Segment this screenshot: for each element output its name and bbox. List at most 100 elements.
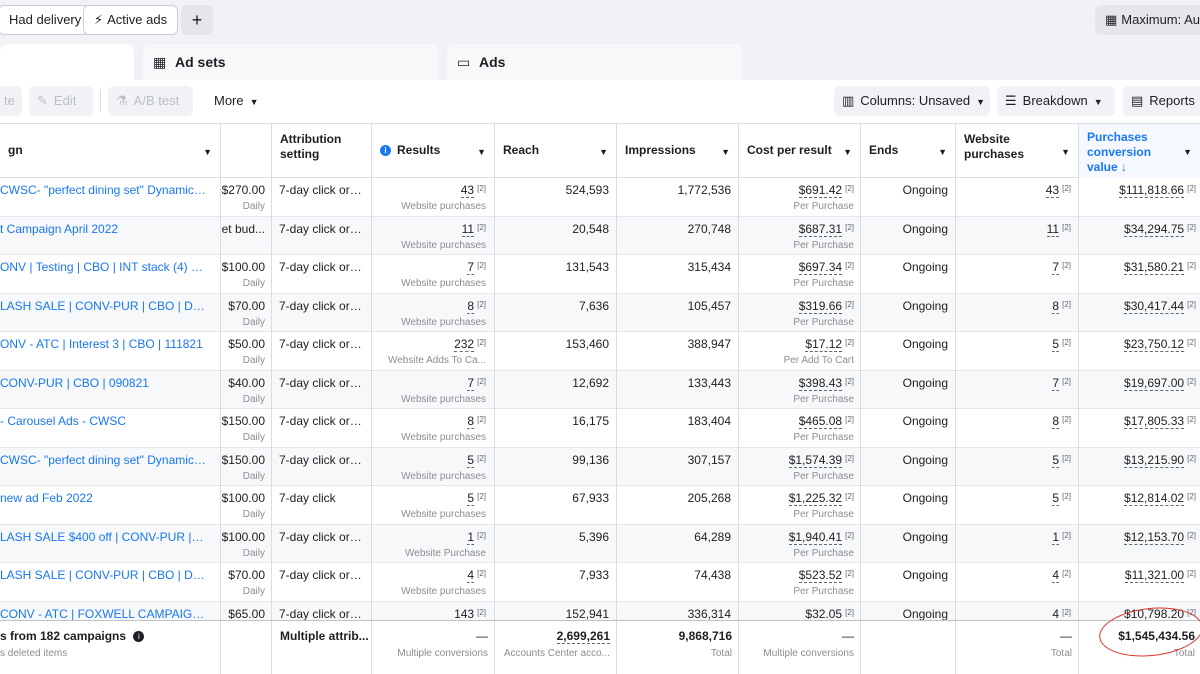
tab-ad-sets[interactable]: ▦ Ad sets [143,44,438,80]
more-button[interactable]: More ▼ [206,86,267,116]
header-attribution-setting[interactable]: Attribution setting [271,124,371,178]
results-value[interactable]: 143 [454,606,475,620]
duplicate-button[interactable]: te [0,86,22,116]
campaign-name-link[interactable]: CWSC- "perfect dining set" Dynamic cr... [0,448,220,487]
website-purchases-value[interactable]: 7 [1052,260,1060,275]
purchases-conversion-value[interactable]: $31,580.21 [1124,260,1185,275]
campaign-name-link[interactable]: - Carousel Ads - CWSC [0,409,220,448]
header-purchases-conversion-value[interactable]: Purchases conversion value ↓ ▼ [1078,124,1200,178]
results-value[interactable]: 43 [460,183,475,198]
campaign-name-link[interactable]: t Campaign April 2022 [0,217,220,256]
results-value[interactable]: 7 [467,260,475,275]
website-purchases-value[interactable]: 5 [1052,337,1060,352]
active-ads-filter-chip[interactable]: ⚡ Active ads [83,5,179,35]
campaign-name-link[interactable]: CONV-PUR | CBO | 090821 [0,371,220,410]
tab-campaigns[interactable] [0,44,134,80]
campaign-name-link[interactable]: LASH SALE | CONV-PUR | CBO | DPA | 1... [0,563,220,602]
purchases-conversion-value[interactable]: $111,818.66 [1119,183,1185,198]
cost-per-result-value[interactable]: $398.43 [798,375,843,391]
cost-per-result-value[interactable]: $319.66 [798,298,843,314]
budget-cell[interactable]: $70.00 Daily [220,563,271,602]
website-purchases-value[interactable]: 43 [1045,183,1060,198]
tab-ads[interactable]: ▭ Ads [447,44,742,80]
table-row[interactable]: CWSC- "perfect dining set" Dynamic cr...… [0,178,1200,217]
website-purchases-value[interactable]: 11 [1046,221,1060,237]
campaign-name-link[interactable]: new ad Feb 2022 [0,486,220,525]
purchases-conversion-value[interactable]: $30,417.44 [1124,298,1185,314]
cost-per-result-value[interactable]: $32.05 [805,606,843,620]
website-purchases-value[interactable]: 5 [1052,491,1060,506]
results-value[interactable]: 7 [467,375,475,391]
breakdown-button[interactable]: ☰ Breakdown ▼ [997,86,1115,116]
columns-button[interactable]: ▥ Columns: Unsaved ▼ [834,86,990,116]
results-value[interactable]: 8 [467,298,475,314]
purchases-conversion-value[interactable]: $19,697.00 [1124,375,1185,391]
cost-per-result-value[interactable]: $1,940.41 [788,529,843,545]
budget-cell[interactable]: $40.00 Daily [220,370,271,409]
results-value[interactable]: 8 [467,414,475,429]
purchases-conversion-value[interactable]: $10,798.20 [1124,606,1185,620]
info-icon[interactable]: i [133,631,145,642]
cost-per-result-value[interactable]: $523.52 [798,568,843,583]
header-website-purchases[interactable]: Website purchases ▼ [955,124,1078,178]
campaign-name-link[interactable]: LASH SALE | CONV-PUR | CBO | DPA | 1... [0,294,220,333]
add-filter-button[interactable]: + [181,5,213,35]
header-reach[interactable]: Reach ▼ [494,124,616,178]
budget-cell[interactable]: $270.00 Daily [220,178,271,217]
header-impressions[interactable]: Impressions ▼ [616,124,738,178]
table-row[interactable]: ONV | Testing | CBO | INT stack (4) | 12… [0,255,1200,294]
cost-per-result-value[interactable]: $687.31 [798,221,843,237]
website-purchases-value[interactable]: 1 [1052,529,1060,545]
results-value[interactable]: 11 [461,221,475,237]
campaign-name-link[interactable]: CONV - ATC | FOXWELL CAMPAIGN 1 | ... [0,602,220,621]
budget-cell[interactable]: $65.00Daily [220,601,271,620]
header-budget[interactable] [220,124,271,178]
budget-cell[interactable]: $100.00 Daily [220,524,271,563]
reports-button[interactable]: ▤ Reports [1123,86,1200,116]
results-value[interactable]: 5 [467,491,475,506]
results-value[interactable]: 5 [467,452,475,468]
cost-per-result-value[interactable]: $691.42 [798,183,843,198]
table-row[interactable]: LASH SALE | CONV-PUR | CBO | DPA | 1... $… [0,293,1200,333]
budget-cell[interactable]: $100.00 Daily [220,255,271,294]
purchases-conversion-value[interactable]: $23,750.12 [1124,337,1185,352]
campaign-name-link[interactable]: ONV - ATC | Interest 3 | CBO | 111821 [0,332,220,371]
results-value[interactable]: 232 [454,337,475,352]
table-row[interactable]: CWSC- "perfect dining set" Dynamic cr...… [0,447,1200,487]
budget-cell[interactable]: et bud... [220,216,271,255]
campaign-name-link[interactable]: ONV | Testing | CBO | INT stack (4) | 12… [0,255,220,294]
ab-test-button[interactable]: ⚗ A/B test [108,86,193,116]
website-purchases-value[interactable]: 4 [1052,606,1060,620]
purchases-conversion-value[interactable]: $12,153.70 [1124,529,1185,545]
results-value[interactable]: 1 [467,529,475,545]
date-range-button[interactable]: ▦ Maximum: Aug [1095,5,1200,35]
budget-cell[interactable]: $70.00 Daily [220,293,271,332]
budget-cell[interactable]: $50.00 Daily [220,332,271,371]
campaign-name-link[interactable]: LASH SALE $400 off | CONV-PUR | CB... [0,525,220,564]
table-row[interactable]: ONV - ATC | Interest 3 | CBO | 111821 $50… [0,332,1200,371]
had-delivery-filter-chip[interactable]: Had delivery [0,5,93,35]
website-purchases-value[interactable]: 4 [1052,568,1060,583]
table-row[interactable]: LASH SALE $400 off | CONV-PUR | CB... $10… [0,524,1200,564]
table-row[interactable]: new ad Feb 2022 $100.00 Daily 7-day click 5[… [0,486,1200,525]
website-purchases-value[interactable]: 7 [1052,375,1060,391]
results-value[interactable]: 4 [467,568,475,583]
cost-per-result-value[interactable]: $465.08 [798,414,843,429]
header-campaign-name[interactable]: gn ▼ [0,124,220,178]
header-ends[interactable]: Ends ▼ [860,124,955,178]
campaign-name-link[interactable]: CWSC- "perfect dining set" Dynamic cr... [0,178,220,217]
header-cost-per-result[interactable]: Cost per result ▼ [738,124,860,178]
website-purchases-value[interactable]: 8 [1052,298,1060,314]
purchases-conversion-value[interactable]: $17,805.33 [1124,414,1185,429]
table-row[interactable]: t Campaign April 2022 et bud... 7-day clic… [0,216,1200,256]
cost-per-result-value[interactable]: $697.34 [798,260,843,275]
purchases-conversion-value[interactable]: $34,294.75 [1124,221,1185,237]
purchases-conversion-value[interactable]: $13,215.90 [1124,452,1185,468]
budget-cell[interactable]: $100.00 Daily [220,486,271,525]
table-row[interactable]: - Carousel Ads - CWSC $150.00 Daily 7-day c… [0,409,1200,448]
budget-cell[interactable]: $150.00 Daily [220,447,271,486]
header-results[interactable]: i Results ▼ [371,124,494,178]
table-row[interactable]: CONV-PUR | CBO | 090821 $40.00 Daily 7-day … [0,370,1200,410]
table-row[interactable]: CONV - ATC | FOXWELL CAMPAIGN 1 | ... $65… [0,601,1200,621]
cost-per-result-value[interactable]: $1,574.39 [788,452,843,468]
